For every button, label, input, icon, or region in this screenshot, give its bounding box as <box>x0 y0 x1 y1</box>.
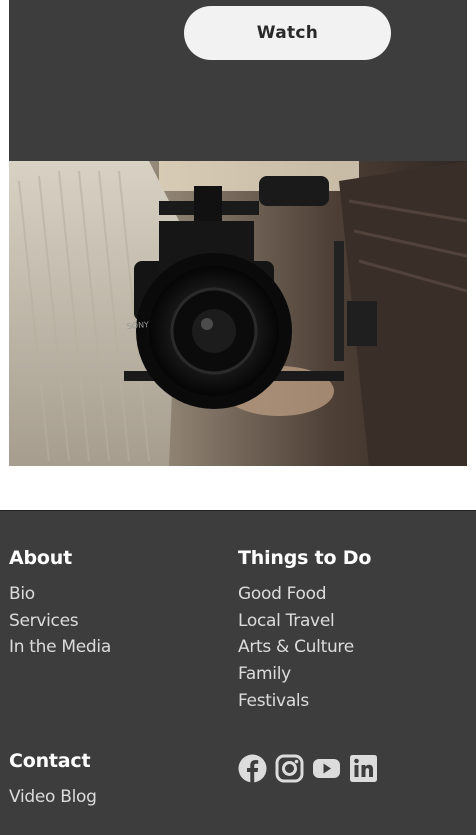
things-to-do-heading: Things to Do <box>238 547 372 569</box>
footer-link-bio[interactable]: Bio <box>9 581 111 608</box>
footer-link-festivals[interactable]: Festivals <box>238 688 354 715</box>
footer-link-good-food[interactable]: Good Food <box>238 581 354 608</box>
contact-heading: Contact <box>9 750 91 772</box>
about-links: Bio Services In the Media <box>9 581 111 661</box>
footer-link-video-blog[interactable]: Video Blog <box>9 784 97 811</box>
footer-link-arts-culture[interactable]: Arts & Culture <box>238 634 354 661</box>
about-heading: About <box>9 547 72 569</box>
footer-link-services[interactable]: Services <box>9 608 111 635</box>
youtube-icon[interactable] <box>312 754 341 783</box>
footer-link-family[interactable]: Family <box>238 661 354 688</box>
linkedin-icon[interactable] <box>349 754 378 783</box>
camera-photo-image: SONY <box>9 161 467 466</box>
watch-button[interactable]: Watch <box>184 6 391 60</box>
hero-section: Watch <box>9 0 467 162</box>
instagram-icon[interactable] <box>275 754 304 783</box>
social-links <box>238 754 378 783</box>
footer-link-local-travel[interactable]: Local Travel <box>238 608 354 635</box>
camera-photo: SONY <box>9 161 467 466</box>
facebook-icon[interactable] <box>238 754 267 783</box>
footer-link-in-the-media[interactable]: In the Media <box>9 634 111 661</box>
contact-links: Video Blog <box>9 784 97 811</box>
things-to-do-links: Good Food Local Travel Arts & Culture Fa… <box>238 581 354 715</box>
